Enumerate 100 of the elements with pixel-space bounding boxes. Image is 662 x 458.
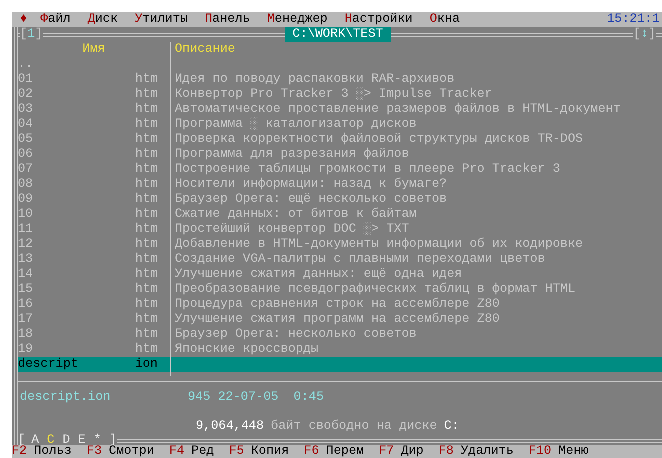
- file-name: 04: [18, 117, 34, 132]
- clock: 15:21:1: [607, 12, 661, 27]
- file-extension: htm: [135, 117, 158, 132]
- drive-button[interactable]: E: [78, 434, 86, 445]
- file-name: 05: [18, 132, 34, 147]
- file-name: 06: [18, 147, 34, 162]
- file-name: 15: [18, 282, 34, 297]
- file-description: Процедура сравнения строк на ассемблере Z80: [175, 297, 500, 311]
- drive-letter: C:: [444, 419, 460, 434]
- file-extension: htm: [135, 102, 158, 117]
- panel-path-title: C:\WORK\TEST: [284, 27, 392, 42]
- file-name: 02: [18, 87, 34, 102]
- file-extension: htm: [135, 282, 158, 297]
- file-row[interactable]: 09 htm Браузер Opera: ещё несколько советов: [18, 192, 662, 207]
- file-name: descript: [18, 357, 80, 372]
- file-row[interactable]: descript ion: [18, 357, 662, 372]
- free-bytes: 9,064,448: [196, 419, 264, 434]
- file-description: Браузер Opera: несколько советов: [175, 327, 417, 341]
- function-key[interactable]: F8 Удалить: [438, 445, 514, 458]
- menu-item[interactable]: Менеджер: [267, 12, 328, 27]
- drive-button[interactable]: *: [94, 434, 102, 445]
- file-extension: htm: [135, 132, 158, 147]
- file-name: 16: [18, 297, 34, 312]
- file-name: 18: [18, 327, 34, 342]
- file-description: Программа для разрезания файлов: [175, 147, 410, 161]
- menu-item[interactable]: Панель: [204, 12, 250, 27]
- file-extension: htm: [135, 72, 158, 87]
- file-name: 10: [18, 207, 34, 222]
- selected-file-name: descript.ion: [20, 390, 112, 405]
- file-row[interactable]: 03 htm Автоматическое проставление размеров файлов в HTML-документ: [18, 102, 662, 117]
- file-row[interactable]: 05 htm Проверка корректности файловой структуры дисков TR-DOS: [18, 132, 662, 147]
- file-row[interactable]: 15 htm Преобразование псевдографических таблиц в формат HTML: [18, 282, 662, 297]
- free-space-label: байт свободно на диске: [271, 419, 438, 434]
- file-extension: htm: [135, 342, 158, 357]
- function-key[interactable]: F10 Меню: [528, 445, 589, 458]
- file-extension: htm: [135, 222, 158, 237]
- file-extension: htm: [135, 192, 158, 207]
- file-row[interactable]: 18 htm Браузер Opera: несколько советов: [18, 327, 662, 342]
- function-key[interactable]: F4 Ред: [169, 445, 214, 458]
- file-description: Автоматическое проставление размеров файлов в HTML-документ: [175, 102, 621, 116]
- file-row[interactable]: 13 htm Создание VGA-палитры с плавными переходами цветов: [18, 252, 662, 267]
- menu-item[interactable]: Файл: [40, 12, 71, 27]
- file-extension: htm: [135, 312, 158, 327]
- menu-item[interactable]: Окна: [430, 12, 460, 27]
- file-row[interactable]: ..: [18, 57, 662, 72]
- file-row[interactable]: 06 htm Программа для разрезания файлов: [18, 147, 662, 162]
- file-extension: htm: [135, 327, 158, 342]
- window-number: [1]: [20, 27, 43, 42]
- function-key[interactable]: F5 Копия: [229, 445, 290, 458]
- file-row[interactable]: 16 htm Процедура сравнения строк на ассемблере Z80: [18, 297, 662, 312]
- file-name: 03: [18, 102, 34, 117]
- file-row[interactable]: 07 htm Построение таблицы громкости в плеере Pro Tracker 3: [18, 162, 662, 177]
- file-name: 08: [18, 177, 34, 192]
- file-row[interactable]: 10 htm Сжатие данных: от битов к байтам: [18, 207, 662, 222]
- file-name: 01: [18, 72, 34, 87]
- menu-item[interactable]: Утилиты: [135, 12, 188, 27]
- file-description: Улучшение сжатия данных: ещё одна идея: [175, 267, 462, 281]
- file-extension: htm: [135, 297, 158, 312]
- function-key[interactable]: F7 Дир: [379, 445, 424, 458]
- file-name: 17: [18, 312, 34, 327]
- function-key[interactable]: F3 Смотри: [86, 445, 154, 458]
- drive-button[interactable]: A: [32, 434, 40, 445]
- file-extension: htm: [135, 207, 158, 222]
- file-row[interactable]: 01 htm Идея по поводу распаковки RAR-архивов: [18, 72, 662, 87]
- function-key[interactable]: F2 Польз: [12, 445, 72, 458]
- function-key[interactable]: F6 Перем: [304, 445, 364, 458]
- column-header[interactable]: Описание: [175, 42, 236, 56]
- file-description: Добавление в HTML-документы информации об их кодировке: [175, 237, 584, 251]
- file-extension: htm: [135, 147, 158, 162]
- file-description: Японские кроссворды: [175, 342, 319, 356]
- file-description: Сжатие данных: от битов к байтам: [175, 207, 417, 221]
- menu-item[interactable]: Диск: [88, 12, 118, 27]
- file-name: 07: [18, 162, 34, 177]
- file-row[interactable]: 14 htm Улучшение сжатия данных: ещё одна идея: [18, 267, 662, 282]
- file-name: 19: [18, 342, 34, 357]
- file-description: Идея по поводу распаковки RAR-архивов: [175, 72, 455, 86]
- file-description: Улучшение сжатия программ на ассемблере Z80: [175, 312, 500, 326]
- file-extension: htm: [135, 87, 158, 102]
- file-description: Браузер Opera: ещё несколько советов: [175, 192, 448, 206]
- file-name: 09: [18, 192, 34, 207]
- file-extension: htm: [135, 252, 158, 267]
- file-name: 14: [18, 267, 34, 282]
- file-row[interactable]: 08 htm Носители информации: назад к бумаге?: [18, 177, 662, 192]
- file-description: Создание VGA-палитры с плавными переходами цветов: [175, 252, 546, 266]
- drive-button[interactable]: C: [47, 434, 55, 445]
- file-row[interactable]: 12 htm Добавление в HTML-документы информации об их кодировке: [18, 237, 662, 252]
- file-extension: htm: [135, 162, 158, 177]
- file-extension: htm: [135, 177, 158, 192]
- sort-toggle[interactable]: [↕]: [633, 27, 656, 42]
- drive-button[interactable]: D: [62, 434, 70, 445]
- file-extension: ion: [135, 357, 158, 372]
- file-description: Построение таблицы громкости в плеере Pro Tracker 3: [175, 162, 560, 176]
- file-name: 12: [18, 237, 34, 252]
- system-menu-icon[interactable]: ♦: [20, 12, 28, 27]
- menu-item[interactable]: Настройки: [344, 12, 413, 27]
- file-name: 11: [18, 222, 34, 237]
- file-row[interactable]: 17 htm Улучшение сжатия программ на ассемблере Z80: [18, 312, 662, 327]
- column-header[interactable]: Имя: [18, 42, 170, 57]
- file-name: ..: [18, 57, 34, 72]
- file-details: 945 22-07-05 0:45: [188, 390, 324, 405]
